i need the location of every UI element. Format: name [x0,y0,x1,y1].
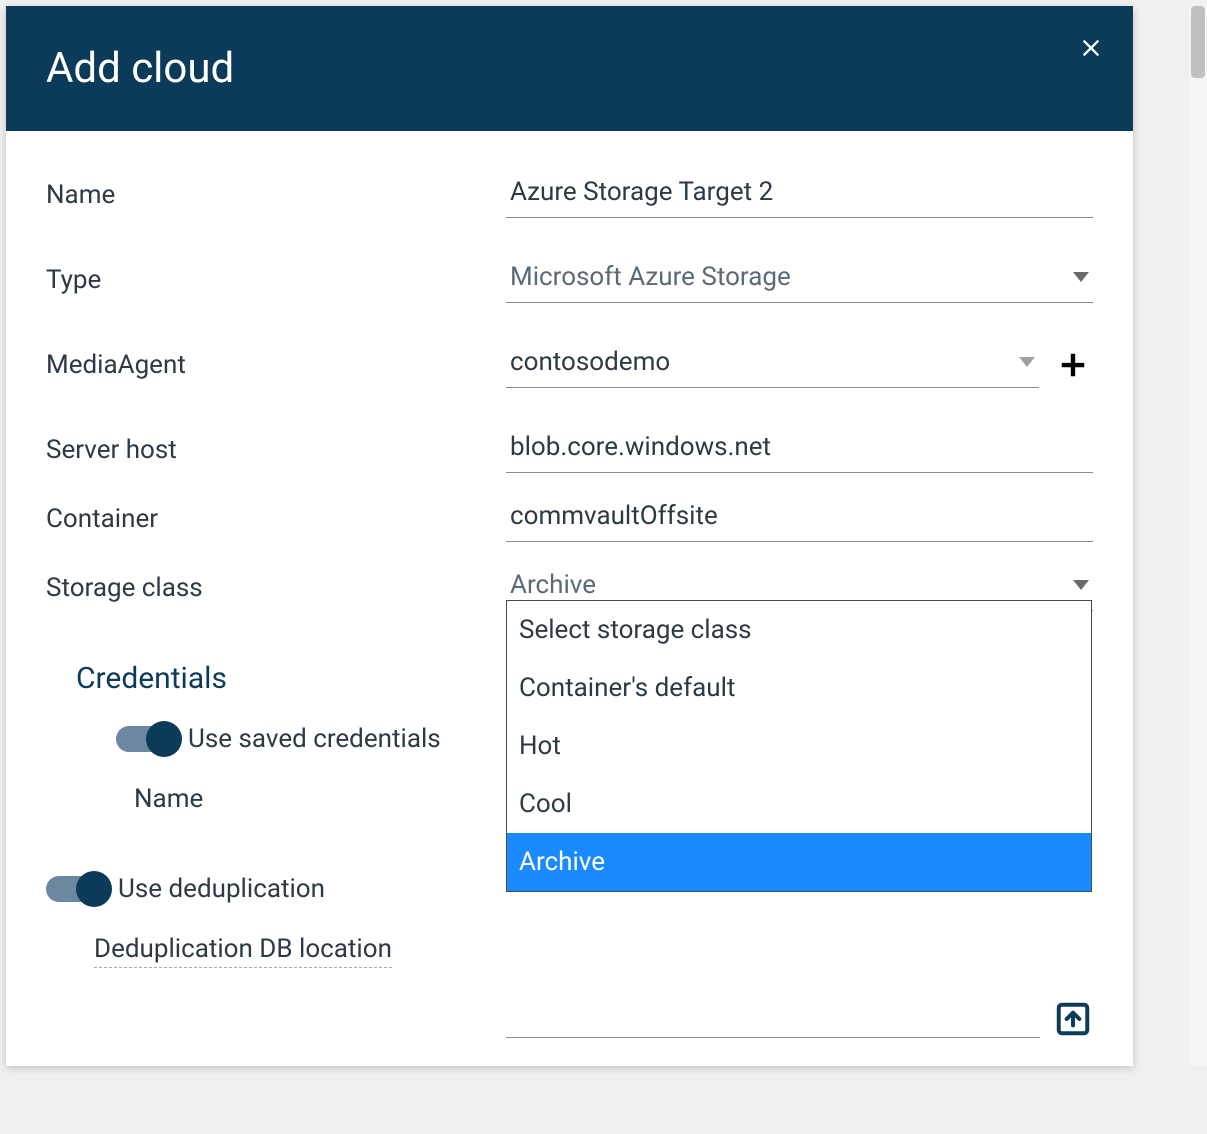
name-row: Name [46,171,1093,218]
container-label: Container [46,504,506,534]
credentials-name-label: Name [134,784,203,814]
close-button[interactable] [1077,34,1105,62]
container-row: Container [46,495,1093,542]
storageclass-option-selected[interactable]: Archive [507,833,1091,891]
modal-header: Add cloud [6,6,1133,131]
add-mediaagent-button[interactable] [1053,345,1093,385]
storageclass-dropdown-panel: Select storage class Container's default… [506,600,1092,892]
close-icon [1080,37,1102,59]
storageclass-option[interactable]: Select storage class [507,601,1091,659]
container-input[interactable] [506,495,1093,542]
type-label: Type [46,265,506,295]
dedup-db-location-row: Deduplication DB location [94,934,1093,968]
toggle-knob [76,871,112,907]
storageclass-value: Archive [510,570,596,600]
dedup-db-location-label: Deduplication DB location [94,934,392,968]
upload-icon [1054,1000,1092,1038]
use-saved-credentials-label: Use saved credentials [188,724,441,754]
storageclass-option[interactable]: Container's default [507,659,1091,717]
type-value: Microsoft Azure Storage [510,262,791,292]
name-input[interactable] [506,171,1093,218]
storageclass-label: Storage class [46,573,506,603]
type-select[interactable]: Microsoft Azure Storage [506,256,1093,303]
mediaagent-row: MediaAgent contosodemo [46,341,1093,388]
browse-location-button[interactable] [1054,1000,1092,1038]
use-dedup-toggle[interactable] [46,876,108,902]
chevron-down-icon [1019,357,1035,367]
chevron-down-icon [1073,580,1089,590]
scrollbar-thumb[interactable] [1191,6,1205,78]
mediaagent-value: contosodemo [510,347,670,377]
mediaagent-label: MediaAgent [46,350,506,380]
use-saved-credentials-toggle[interactable] [116,726,178,752]
mediaagent-select[interactable]: contosodemo [506,341,1039,388]
type-row: Type Microsoft Azure Storage [46,256,1093,303]
serverhost-row: Server host [46,426,1093,473]
storageclass-option[interactable]: Hot [507,717,1091,775]
storageclass-option[interactable]: Cool [507,775,1091,833]
toggle-knob [146,721,182,757]
name-label: Name [46,180,506,210]
dedup-db-location-input-row [506,1000,1092,1038]
plus-icon [1058,350,1088,380]
add-cloud-modal: Add cloud Name Type Microsoft Azure Stor… [6,6,1133,1066]
serverhost-input[interactable] [506,426,1093,473]
use-dedup-label: Use deduplication [118,874,325,904]
dedup-db-location-input[interactable] [506,1004,1040,1038]
serverhost-label: Server host [46,435,506,465]
chevron-down-icon [1073,272,1089,282]
modal-title: Add cloud [46,44,234,93]
vertical-scrollbar[interactable] [1189,6,1207,1066]
